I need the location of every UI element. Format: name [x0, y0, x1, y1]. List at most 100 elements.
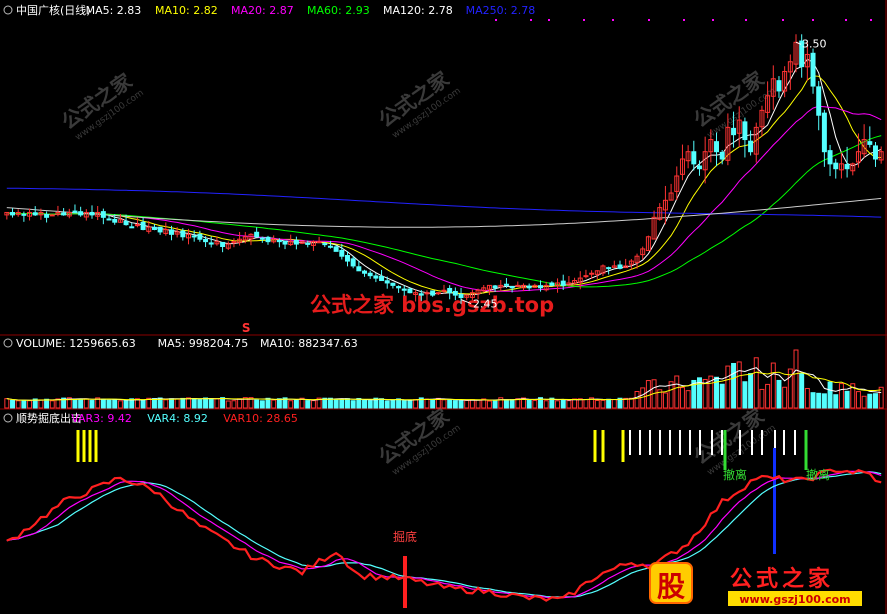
candle-body — [180, 230, 186, 238]
candle-body — [106, 218, 112, 221]
logo-glyph: 股 — [657, 570, 685, 603]
volume-bar — [600, 399, 606, 409]
signal-bar-white — [794, 430, 796, 455]
top-signal-dot — [648, 19, 650, 21]
signal-bar-yellow — [82, 430, 86, 462]
candle-body — [492, 285, 498, 289]
volume-bar — [390, 399, 396, 409]
site-logo: 股 公式之家www.gszj100.com — [649, 562, 862, 606]
candle-body — [367, 272, 373, 277]
candle-body — [197, 233, 203, 240]
volume-bar — [214, 398, 220, 409]
price-markers: 3.50 2.45 S — [242, 19, 872, 335]
ma20-line — [6, 105, 882, 292]
volume-header-title: VOLUME: 1259665.63 — [16, 337, 136, 350]
candle-body — [44, 214, 50, 218]
candle-body — [560, 280, 566, 286]
volume-bar — [458, 400, 464, 409]
candle-body — [327, 245, 333, 248]
top-signal-dot — [845, 19, 847, 21]
candle-body — [305, 242, 311, 245]
volume-bar — [742, 381, 748, 409]
volume-bar — [628, 397, 634, 409]
candle-body — [844, 164, 850, 170]
volume-bar — [532, 400, 538, 409]
candle-body — [549, 282, 555, 286]
signal-bar-white — [679, 430, 681, 455]
volume-bar — [424, 398, 430, 409]
volume-bar — [174, 398, 180, 409]
volume-bar — [83, 398, 89, 409]
volume-bar — [674, 375, 680, 409]
candle-body — [435, 292, 441, 295]
candle-body — [89, 211, 95, 216]
exit-label-2: 撤离 — [806, 467, 830, 482]
volume-bar — [100, 398, 106, 409]
volume-bar — [123, 400, 129, 409]
volume-bar — [362, 399, 368, 409]
candle-body — [379, 275, 385, 282]
volume-bar — [10, 399, 16, 409]
volume-bar — [89, 400, 95, 409]
volume-bar — [203, 397, 209, 409]
volume-header-indicator-0: MA5: 998204.75 — [158, 337, 249, 350]
candle-body — [447, 287, 453, 294]
volume-header-indicator-1: MA10: 882347.63 — [260, 337, 358, 350]
candle-body — [714, 141, 720, 153]
volume-bar — [464, 399, 470, 409]
volume-bar — [679, 387, 685, 409]
volume-bar — [759, 388, 765, 409]
volume-bar — [731, 362, 737, 409]
candle-body — [203, 238, 209, 243]
candle-body — [827, 150, 833, 165]
candle-body — [259, 237, 265, 240]
dig-bottom-bar — [403, 556, 407, 608]
volume-bar — [15, 400, 21, 409]
volume-bar — [770, 362, 776, 409]
volume-bar — [816, 392, 822, 409]
candle-body — [10, 212, 16, 216]
volume-bar — [623, 397, 629, 409]
indicator-header-indicator-2: VAR10: 28.65 — [223, 412, 298, 425]
candle-body — [316, 241, 322, 244]
volume-bar — [861, 395, 867, 409]
candle-body — [356, 266, 362, 272]
volume-bar — [776, 379, 782, 409]
volume-bar — [572, 398, 578, 409]
volume-bar — [197, 399, 203, 409]
candle-body — [872, 145, 878, 160]
volume-bar — [401, 400, 407, 409]
volume-bar — [810, 392, 816, 409]
candle-body — [617, 264, 623, 269]
volume-bar — [867, 393, 873, 409]
volume-bar — [208, 398, 214, 409]
candle-body — [276, 239, 282, 243]
signal-bar-blue — [773, 448, 776, 554]
signal-bar-white — [721, 430, 723, 455]
candle-body — [333, 246, 339, 252]
candle-body — [134, 224, 140, 227]
dig-bottom-label: 掘底 — [393, 529, 417, 544]
volume-bar — [838, 383, 844, 409]
logo-url: www.gszj100.com — [739, 593, 850, 606]
volume-bar — [237, 398, 243, 409]
indicator-annotations: 掘底 撤离 撤离 — [393, 467, 830, 544]
volume-bar — [872, 393, 878, 409]
candle-body — [21, 213, 27, 216]
volume-bar — [44, 398, 50, 409]
candle-body — [208, 242, 214, 245]
top-signal-dot — [495, 19, 497, 21]
candle-body — [220, 241, 226, 247]
signal-bar-white — [739, 430, 741, 455]
signal-bar-white — [649, 430, 651, 455]
top-signal-dot — [548, 19, 550, 21]
volume-bar — [117, 400, 123, 409]
volume-bar — [509, 399, 515, 409]
volume-bar — [231, 400, 237, 409]
candle-body — [810, 52, 816, 87]
volume-bar — [486, 400, 492, 409]
volume-bar — [430, 398, 436, 409]
volume-bar — [748, 373, 754, 409]
candle-body — [742, 121, 748, 141]
collapse-icon — [3, 5, 13, 15]
